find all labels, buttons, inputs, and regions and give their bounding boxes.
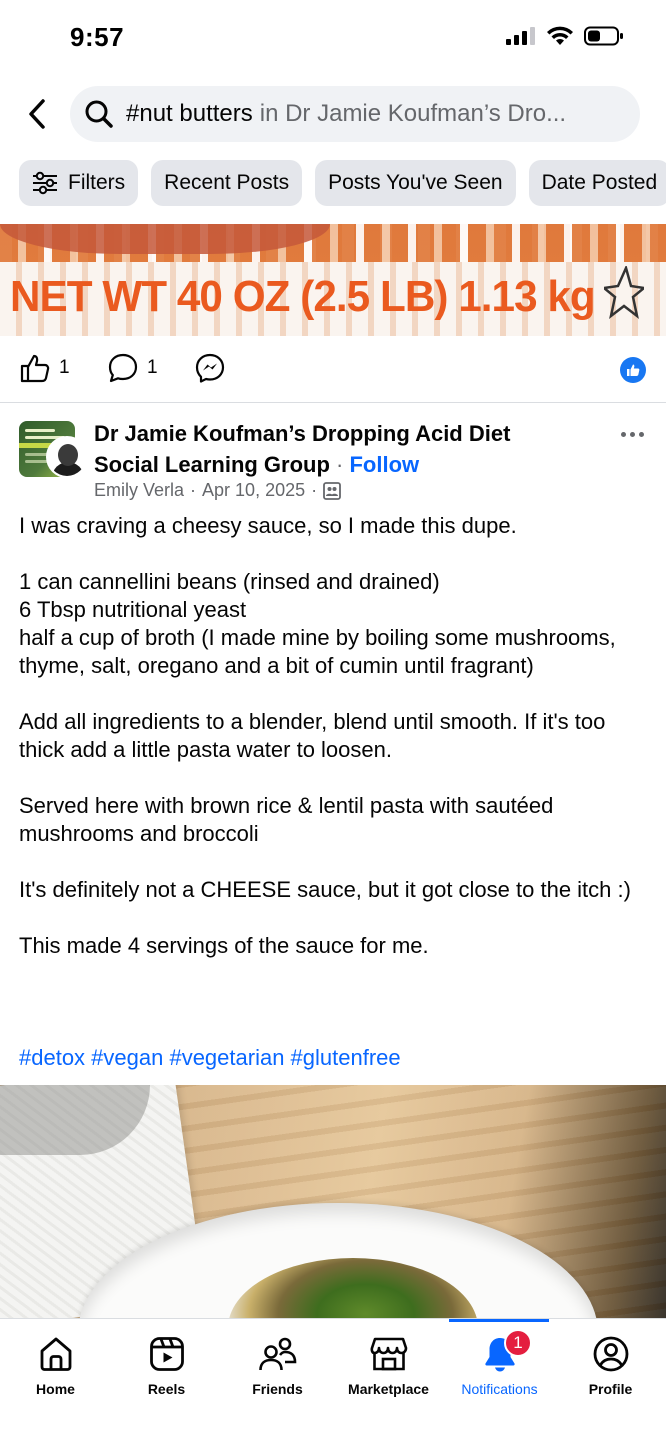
post-text-line: I was craving a cheesy sauce, so I made … (19, 513, 517, 538)
post-divider (0, 402, 666, 403)
comment-count: 1 (147, 357, 158, 378)
post-header: Dr Jamie Koufman’s Dropping Acid Diet So… (0, 418, 666, 508)
nav-home[interactable]: Home (0, 1335, 111, 1397)
post-text-line: 6 Tbsp nutritional yeast (19, 597, 247, 622)
nav-label: Reels (147, 1381, 186, 1397)
food (228, 1258, 478, 1318)
like-button[interactable]: 1 (19, 352, 70, 384)
label-weight-text: NET WT 40 OZ (2.5 LB) 1.13 kg (10, 272, 596, 321)
follow-button[interactable]: Follow (349, 452, 419, 477)
thumbs-up-icon (627, 364, 640, 376)
nav-notifications[interactable]: 1 Notifications (444, 1329, 555, 1397)
post-body: I was craving a cheesy sauce, so I made … (19, 512, 649, 960)
nav-label: Home (36, 1381, 75, 1397)
post-date[interactable]: Apr 10, 2025 (202, 480, 305, 501)
friends-icon (258, 1337, 296, 1371)
chip-label: Recent Posts (164, 171, 290, 194)
chip-posts-seen[interactable]: Posts You've Seen (315, 160, 516, 206)
post-text-line: Add all ingredients to a blender, blend … (19, 709, 606, 762)
wifi-icon (547, 26, 573, 45)
home-icon (40, 1337, 71, 1371)
reels-icon (149, 1337, 184, 1371)
post-author[interactable]: Emily Verla (94, 480, 184, 501)
author-avatar[interactable] (46, 436, 88, 478)
previous-post-image[interactable]: NET WT 40 OZ (2.5 LB) 1.13 kg (0, 224, 666, 336)
chip-label: Posts You've Seen (328, 171, 503, 194)
nav-friends[interactable]: Friends (222, 1335, 333, 1397)
messenger-icon (195, 353, 225, 383)
chevron-left-icon (29, 99, 45, 129)
bottom-nav: Home Reels Friends Marketplace 1 Notific… (0, 1318, 666, 1440)
chip-label: Date Posted (541, 171, 658, 194)
group-name[interactable]: Dr Jamie Koufman’s Dropping Acid Diet So… (94, 418, 564, 480)
chip-recent-posts[interactable]: Recent Posts (151, 160, 303, 206)
separator-dot: · (329, 452, 350, 477)
more-options-button[interactable] (621, 426, 644, 443)
nav-marketplace[interactable]: Marketplace (333, 1335, 444, 1397)
status-icons (506, 26, 624, 46)
back-button[interactable] (20, 96, 54, 132)
nav-label: Marketplace (348, 1381, 429, 1397)
post-text-line: This made 4 servings of the sauce for me… (19, 933, 429, 958)
status-time: 9:57 (70, 22, 125, 52)
status-bar: 9:57 (0, 0, 666, 76)
nav-reels[interactable]: Reels (111, 1335, 222, 1397)
comment-icon (108, 353, 138, 383)
search-query: #nut butters (126, 100, 253, 127)
separator-dot: · (190, 480, 197, 500)
search-icon (85, 100, 113, 128)
chip-date-posted[interactable]: Date Posted (528, 160, 666, 206)
group-members-icon (323, 481, 342, 500)
messenger-share-button[interactable] (194, 352, 226, 384)
filters-button[interactable]: Filters (19, 160, 139, 206)
like-reaction-badge (620, 357, 646, 383)
marketplace-icon (370, 1337, 407, 1371)
separator-dot: · (311, 480, 318, 500)
post-hashtags[interactable]: #detox #vegan #vegetarian #glutenfree (19, 1044, 401, 1072)
nav-label: Notifications (461, 1381, 538, 1397)
filters-label: Filters (68, 171, 126, 194)
comment-button[interactable]: 1 (107, 352, 158, 384)
search-scope: in Dr Jamie Koufman’s Dro... (259, 100, 567, 127)
profile-icon (593, 1336, 628, 1372)
post-text-line: half a cup of broth (I made mine by boil… (19, 625, 616, 678)
search-input[interactable]: #nut butters in Dr Jamie Koufman’s Dro..… (70, 86, 640, 142)
notification-badge: 1 (504, 1329, 532, 1357)
post-text-line: Served here with brown rice & lentil pas… (19, 793, 554, 846)
group-name-text[interactable]: Dr Jamie Koufman’s Dropping Acid Diet So… (94, 421, 510, 477)
sliders-icon (33, 171, 57, 195)
filter-chips: Filters Recent Posts Posts You've Seen D… (19, 160, 666, 208)
reaction-row: 1 1 (0, 346, 666, 394)
nav-label: Profile (588, 1381, 633, 1397)
signal-icon (506, 27, 535, 45)
active-tab-indicator (449, 1319, 549, 1322)
nav-profile[interactable]: Profile (555, 1335, 666, 1397)
post-meta: Emily Verla · Apr 10, 2025 · (94, 480, 342, 501)
post-text-line: It's definitely not a CHEESE sauce, but … (19, 877, 631, 902)
star-icon (604, 266, 644, 320)
search-header: #nut butters in Dr Jamie Koufman’s Dro..… (0, 84, 666, 144)
post-text-line: 1 can cannellini beans (rinsed and drain… (19, 569, 440, 594)
post-photo[interactable] (0, 1085, 666, 1318)
nav-label: Friends (252, 1381, 303, 1397)
like-count: 1 (59, 357, 70, 378)
battery-icon (584, 26, 623, 46)
thumbs-up-icon (20, 354, 50, 383)
